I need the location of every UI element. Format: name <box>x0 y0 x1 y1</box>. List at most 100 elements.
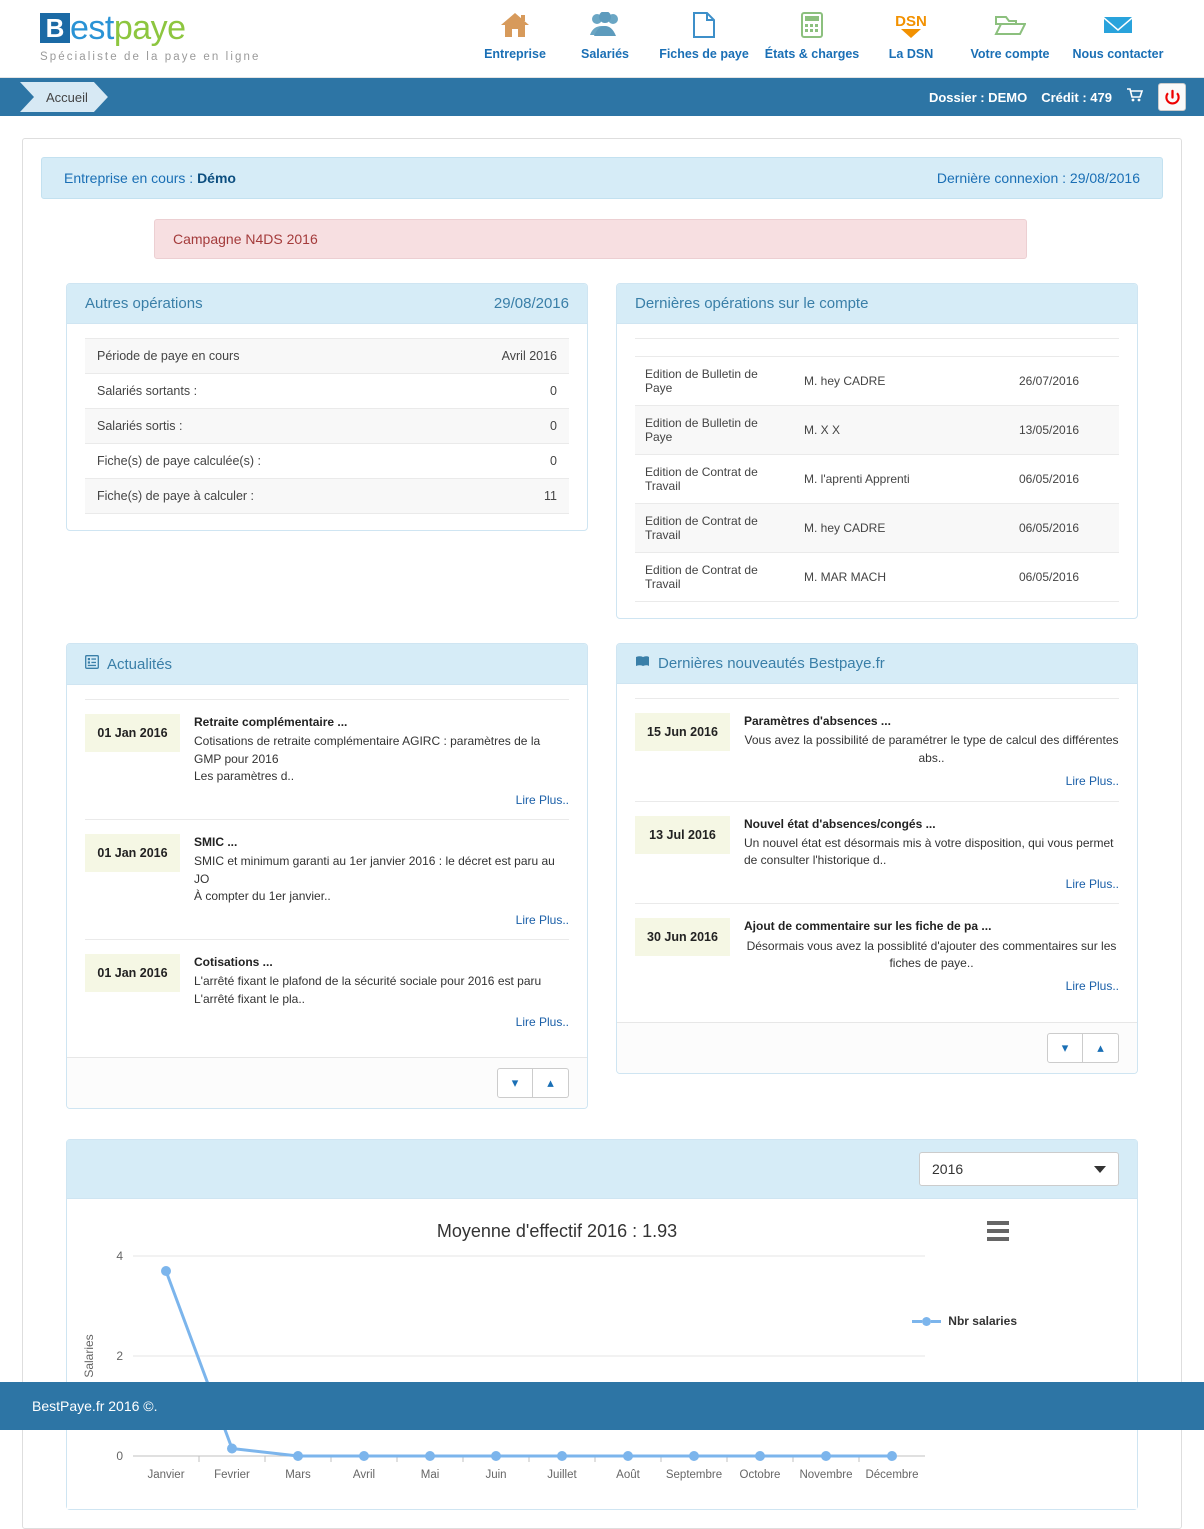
breadcrumb-bar: Accueil Dossier : DEMO Crédit : 479 <box>0 78 1204 116</box>
cell-operation: Edition de Contrat de Travail <box>645 514 758 542</box>
panel-body-actualites: 01 Jan 2016 Retraite complémentaire ... … <box>67 685 587 1057</box>
last-connection: Dernière connexion : 29/08/2016 <box>936 170 1140 186</box>
read-more-link[interactable]: Lire Plus.. <box>744 876 1119 893</box>
panel-autres-operations: Autres opérations 29/08/2016 Période de … <box>66 283 588 531</box>
nav-label-fiches-de-paye: Fiches de paye <box>659 47 749 61</box>
nav-item-la-dsn[interactable]: DSN La DSN <box>866 8 956 61</box>
read-more-link[interactable]: Lire Plus.. <box>194 792 569 809</box>
list-item: 01 Jan 2016 Retraite complémentaire ... … <box>85 699 569 820</box>
news-title: Ajout de commentaire sur les fiche de pa… <box>744 919 992 934</box>
table-row: Fiche(s) de paye à calculer : 11 <box>85 478 569 514</box>
power-icon[interactable] <box>1158 83 1186 111</box>
nav-item-entreprise[interactable]: Entreprise <box>470 8 560 61</box>
cell-operation: Edition de Contrat de Travail <box>645 465 758 493</box>
news-body: L'arrêté fixant le plafond de la sécurit… <box>194 974 542 1006</box>
chevron-up-icon[interactable]: ▴ <box>1083 1032 1119 1063</box>
news-body: Vous avez la possibilité de paramétrer l… <box>744 733 1119 765</box>
credit-label: Crédit : 479 <box>1041 89 1112 105</box>
nav-item-fiches-de-paye[interactable]: Fiches de paye <box>650 8 758 61</box>
cell-person: M. hey CADRE <box>804 521 886 535</box>
row-label: Fiche(s) de paye à calculer : <box>97 489 255 503</box>
cell-date: 06/05/2016 <box>1019 521 1080 535</box>
news-title: Nouvel état d'absences/congés ... <box>744 816 936 831</box>
table-row: Salariés sortis : 0 <box>85 408 569 444</box>
last-operations-table: Edition de Bulletin de Paye M. hey CADRE… <box>635 338 1119 602</box>
enterprise-bar: Entreprise en cours : Démo Dernière conn… <box>41 157 1163 199</box>
table-row: Edition de Contrat de Travail M. MAR MAC… <box>635 553 1119 602</box>
year-select[interactable]: 2016 <box>919 1152 1119 1187</box>
panel-nouveautes: Dernières nouveautés Bestpaye.fr 15 Jun … <box>616 643 1138 1074</box>
panel-title-autres-operations: Autres opérations <box>85 295 203 312</box>
panel-title-actualites: Actualités <box>107 655 173 673</box>
table-header-row <box>635 338 1119 357</box>
logo-text-est: est <box>70 8 114 47</box>
read-more-link[interactable]: Lire Plus.. <box>194 1014 569 1031</box>
chart-panel: 2016 Moyenne d'effectif 2016 : 1.93 0 2 4 S… <box>66 1139 1138 1511</box>
read-more-link[interactable]: Lire Plus.. <box>194 912 569 929</box>
dashboard-row-2: Actualités 01 Jan 2016 Retraite compléme… <box>41 643 1163 1110</box>
news-body: Cotisations de retraite complémentaire A… <box>194 734 541 784</box>
nav-item-nous-contacter[interactable]: Nous contacter <box>1064 8 1172 61</box>
logo-tagline: Spécialiste de la paye en ligne <box>40 51 261 63</box>
column-right-2: Dernières nouveautés Bestpaye.fr 15 Jun … <box>616 643 1138 1109</box>
read-more-link[interactable]: Lire Plus.. <box>744 773 1119 790</box>
list-item: 13 Jul 2016 Nouvel état d'absences/congé… <box>635 802 1119 905</box>
users-icon <box>560 8 650 42</box>
panel-header-autres-operations: Autres opérations 29/08/2016 <box>67 284 587 324</box>
news-date: 01 Jan 2016 <box>85 833 180 872</box>
cell-person: M. X X <box>804 423 841 437</box>
list-item: 15 Jun 2016 Paramètres d'absences ... Vo… <box>635 698 1119 802</box>
panel-footer-actualites: ▾ ▴ <box>67 1057 587 1109</box>
row-label: Salariés sortants : <box>97 384 198 398</box>
svg-text:4: 4 <box>116 1249 123 1263</box>
cart-icon[interactable] <box>1126 87 1144 107</box>
news-title: Cotisations ... <box>194 954 273 969</box>
nav-label-votre-compte: Votre compte <box>970 47 1050 61</box>
panel-date-autres-operations: 29/08/2016 <box>493 295 569 312</box>
panel-header-nouveautes: Dernières nouveautés Bestpaye.fr <box>617 644 1137 684</box>
svg-text:Mai: Mai <box>421 1469 440 1481</box>
nav-item-salaries[interactable]: Salariés <box>560 8 650 61</box>
chevron-down-icon[interactable]: ▾ <box>1047 1032 1083 1063</box>
cell-date: 06/05/2016 <box>1019 472 1080 486</box>
svg-text:Décembre: Décembre <box>865 1469 918 1481</box>
column-left-2: Actualités 01 Jan 2016 Retraite compléme… <box>66 643 588 1110</box>
panel-header-dernieres-operations: Dernières opérations sur le compte <box>617 284 1137 324</box>
document-icon <box>650 8 758 42</box>
enterprise-current: Entreprise en cours : Démo <box>64 170 236 186</box>
nav-item-etats-charges[interactable]: États & charges <box>758 8 866 61</box>
content-card: Entreprise en cours : Démo Dernière conn… <box>22 138 1182 1529</box>
chart-legend[interactable]: Nbr salaries <box>912 1314 1017 1328</box>
chart-toolbar: 2016 <box>67 1140 1137 1200</box>
list-item: 01 Jan 2016 SMIC ... SMIC et minimum gar… <box>85 820 569 940</box>
page-footer: BestPaye.fr 2016 ©. <box>0 1382 1204 1430</box>
read-more-link[interactable]: Lire Plus.. <box>744 978 1119 995</box>
campaign-banner[interactable]: Campagne N4DS 2016 <box>154 219 1027 259</box>
row-label: Fiche(s) de paye calculée(s) : <box>97 454 261 468</box>
news-date: 01 Jan 2016 <box>85 953 180 992</box>
legend-label: Nbr salaries <box>948 1314 1017 1329</box>
panel-body-autres-operations: Période de paye en cours Avril 2016 Sala… <box>67 324 587 530</box>
logo-mark-b: B <box>40 13 70 43</box>
year-select-value: 2016 <box>932 1161 964 1178</box>
chevron-down-icon[interactable]: ▾ <box>497 1068 533 1099</box>
column-left-1: Autres opérations 29/08/2016 Période de … <box>66 283 588 619</box>
enterprise-label: Entreprise en cours : <box>64 170 194 186</box>
logo[interactable]: Best paye Spécialiste de la paye en ligne <box>40 8 260 63</box>
chevron-up-icon[interactable]: ▴ <box>533 1068 569 1099</box>
enterprise-name: Démo <box>197 170 236 186</box>
row-value: 11 <box>544 489 557 503</box>
main-navigation: Entreprise Salariés Fiches de paye États… <box>470 8 1172 61</box>
hamburger-menu-icon[interactable] <box>987 1221 1009 1245</box>
svg-text:2: 2 <box>116 1349 123 1363</box>
cell-date: 06/05/2016 <box>1019 570 1080 584</box>
row-value: Avril 2016 <box>501 349 557 363</box>
panel-actualites: Actualités 01 Jan 2016 Retraite compléme… <box>66 643 588 1110</box>
news-title: Retraite complémentaire ... <box>194 715 348 729</box>
table-row: Fiche(s) de paye calculée(s) : 0 <box>85 444 569 479</box>
news-date: 30 Jun 2016 <box>635 918 730 957</box>
breadcrumb-accueil[interactable]: Accueil <box>20 82 108 112</box>
row-label: Salariés sortis : <box>97 419 183 433</box>
panel-title-dernieres-operations: Dernières opérations sur le compte <box>635 295 869 312</box>
nav-item-votre-compte[interactable]: Votre compte <box>956 8 1064 61</box>
